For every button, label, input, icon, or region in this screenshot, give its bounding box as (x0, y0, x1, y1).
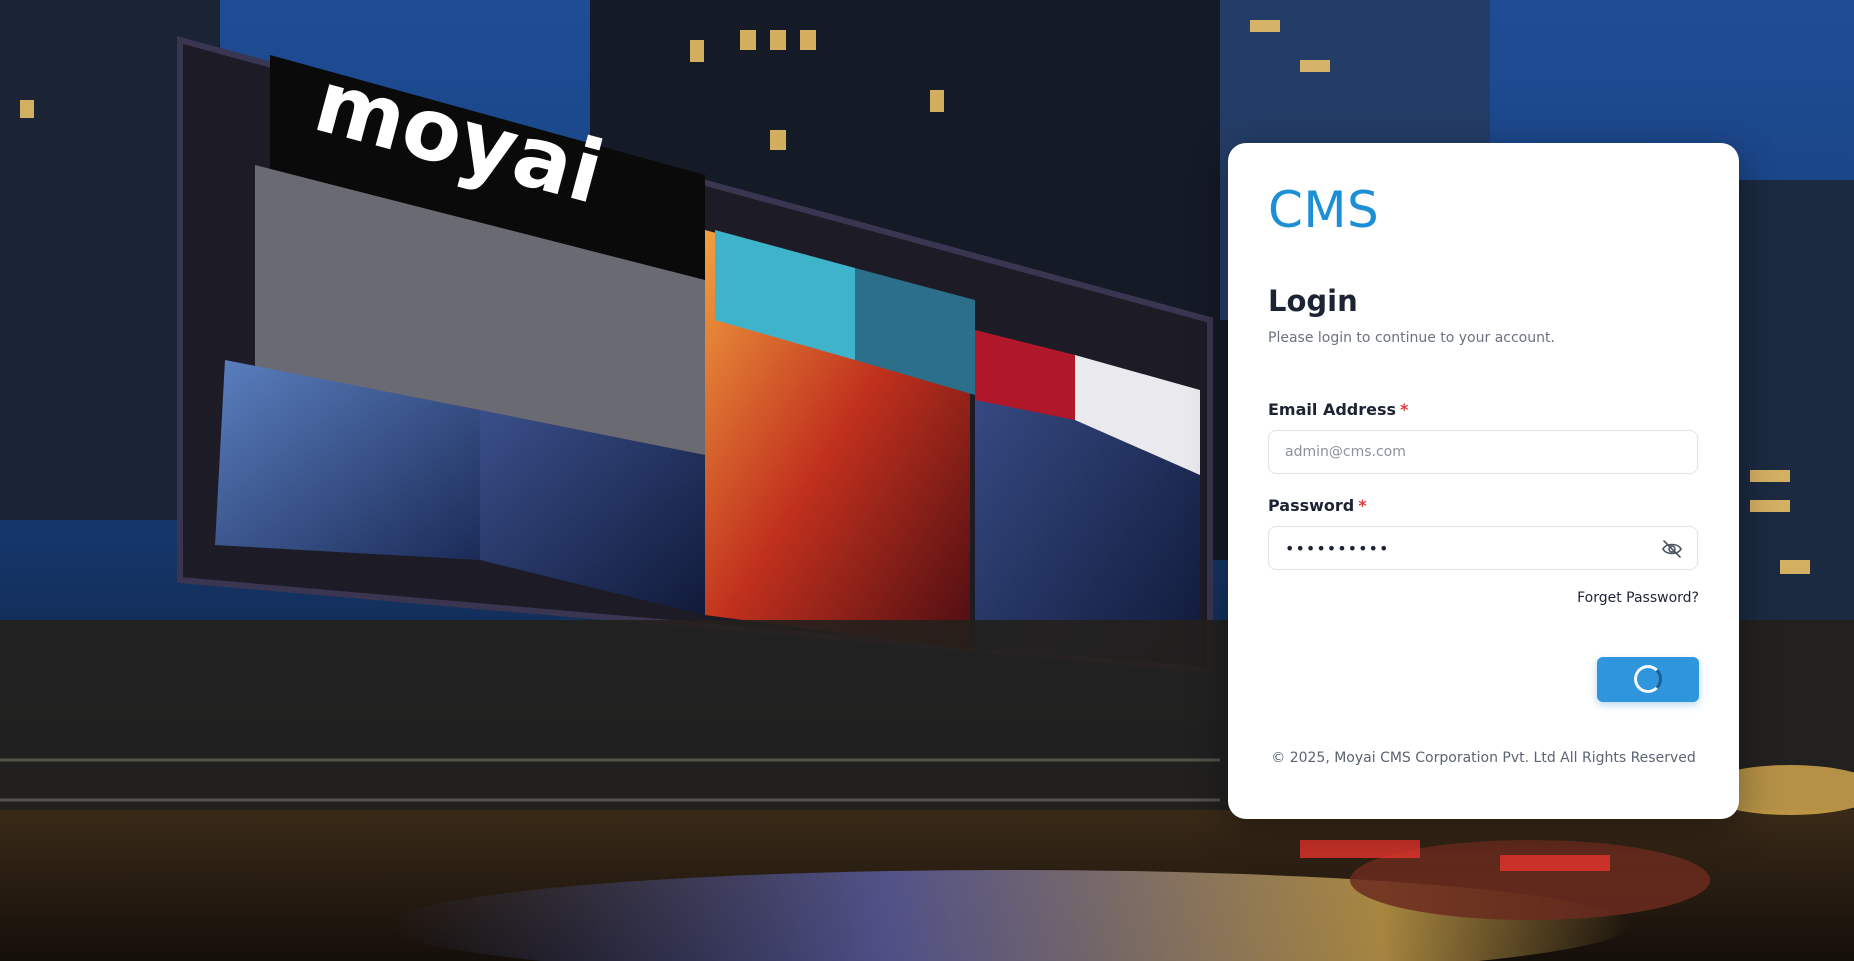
copyright-footer: © 2025, Moyai CMS Corporation Pvt. Ltd A… (1271, 750, 1696, 766)
spinner-icon (1634, 665, 1662, 693)
password-label: Password * (1268, 496, 1367, 515)
password-label-text: Password (1268, 496, 1355, 515)
forget-password-link[interactable]: Forget Password? (1577, 590, 1699, 606)
login-card: CMS Login Please login to continue to yo… (1228, 143, 1739, 819)
email-label-text: Email Address (1268, 400, 1397, 419)
login-button[interactable] (1597, 657, 1699, 702)
login-page: moyai CMS Login Please login to continue… (0, 0, 1854, 961)
required-asterisk: * (1400, 400, 1409, 419)
cms-logo: CMS (1268, 181, 1380, 239)
required-asterisk: * (1358, 496, 1367, 515)
email-field-container (1268, 430, 1698, 474)
login-subtitle: Please login to continue to your account… (1268, 330, 1555, 346)
eye-off-icon[interactable] (1661, 539, 1683, 559)
password-input[interactable] (1285, 527, 1645, 569)
password-field-container (1268, 526, 1698, 570)
email-label: Email Address * (1268, 400, 1408, 419)
email-input[interactable] (1285, 431, 1645, 473)
login-title: Login (1268, 284, 1358, 318)
